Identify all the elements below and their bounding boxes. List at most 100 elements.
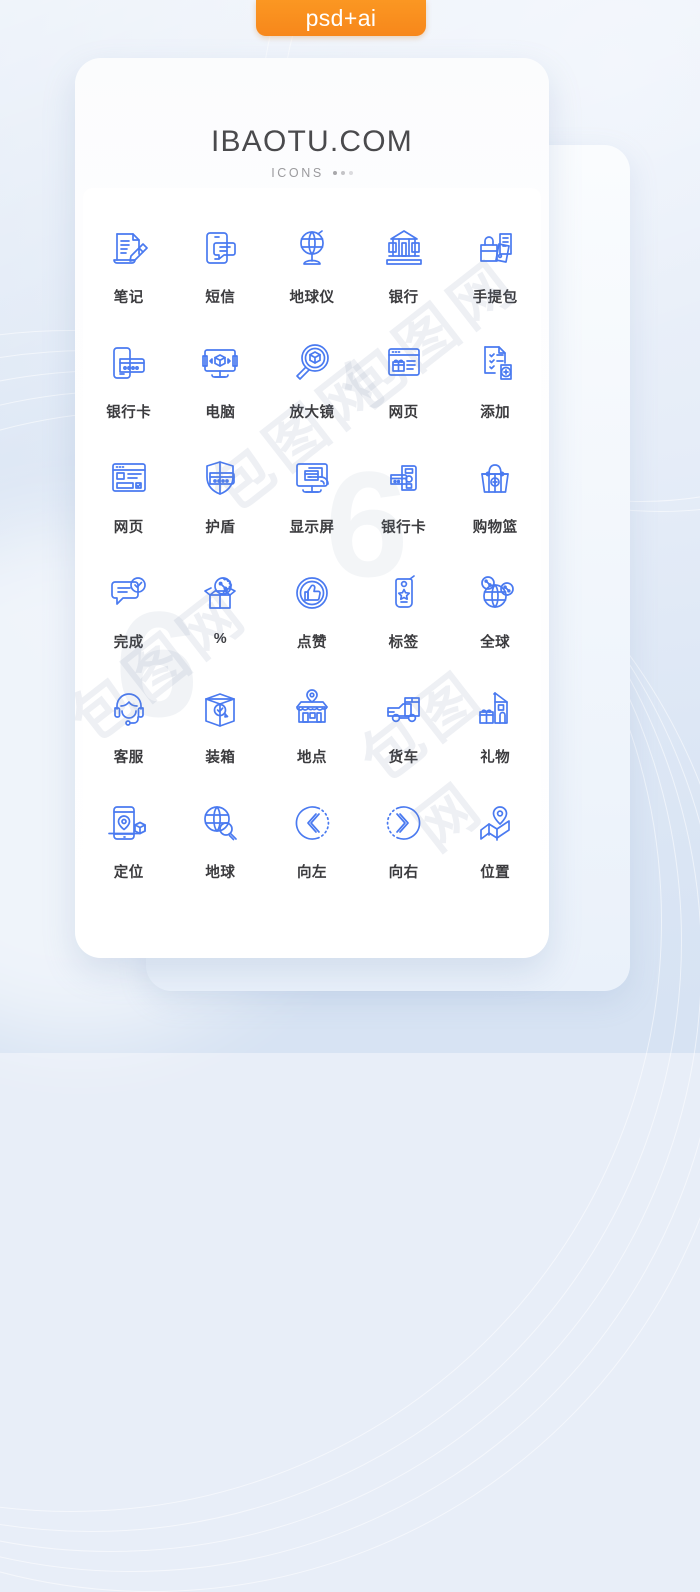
icon-cell[interactable]: 礼物 xyxy=(449,672,541,787)
icon-cell[interactable]: 货车 xyxy=(358,672,450,787)
icon-cell[interactable]: 银行 xyxy=(358,212,450,327)
headset-support-icon xyxy=(103,682,155,734)
icon-cell[interactable]: 购物篮 xyxy=(449,442,541,557)
icon-cell-label: 客服 xyxy=(113,750,144,766)
globe-search-icon xyxy=(194,797,246,849)
icon-cell[interactable]: 电脑 xyxy=(175,327,267,442)
icon-cell-label: 放大镜 xyxy=(289,405,335,421)
delivery-truck-icon xyxy=(378,682,430,734)
icon-cell-label: 电脑 xyxy=(205,405,236,421)
phone-pin-box-icon xyxy=(103,797,155,849)
card-subtitle: ICONS xyxy=(271,166,353,180)
magnifier-box-icon xyxy=(286,337,338,389)
icon-cell[interactable]: 定位 xyxy=(83,787,175,902)
icon-cell[interactable]: 放大镜 xyxy=(266,327,358,442)
icon-cell[interactable]: 向右 xyxy=(358,787,450,902)
chevron-left-circle-icon xyxy=(286,797,338,849)
icon-cell[interactable]: 银行卡 xyxy=(83,327,175,442)
icon-cell[interactable]: 手提包 xyxy=(449,212,541,327)
icon-cell-label: 货车 xyxy=(388,750,419,766)
webpage-check-icon xyxy=(103,452,155,504)
icon-cell[interactable]: 客服 xyxy=(83,672,175,787)
open-box-percent-icon xyxy=(194,567,246,619)
monitor-card-wifi-icon xyxy=(286,452,338,504)
card-subtitle-label: ICONS xyxy=(271,166,324,180)
icon-cell[interactable]: 全球 xyxy=(449,557,541,672)
note-pencil-icon xyxy=(103,222,155,274)
icon-cell-label: 位置 xyxy=(480,865,511,881)
house-gift-icon xyxy=(469,682,521,734)
card-header: IBAOTU.COM ICONS xyxy=(75,58,549,188)
icon-cell[interactable]: 地球仪 xyxy=(266,212,358,327)
icon-cell-label: 标签 xyxy=(388,635,419,651)
icon-cell-label: 手提包 xyxy=(472,290,518,306)
icon-cell-label: 地球 xyxy=(205,865,236,881)
psd-ai-tag: psd+ai xyxy=(256,0,426,36)
icon-cell-label: 网页 xyxy=(113,520,144,536)
icon-cell-label: 地点 xyxy=(296,750,327,766)
thumbs-up-badge-icon xyxy=(286,567,338,619)
package-check-icon xyxy=(194,682,246,734)
icon-cell[interactable]: 网页 xyxy=(358,327,450,442)
icon-cell-label: 护盾 xyxy=(205,520,236,536)
icon-panel: 笔记 短信 地球仪 银行 手提包 银行卡 电脑 放大镜 网页 添加 网页 护盾 显示屏 银行卡 购物篮 完成%… xyxy=(83,188,541,948)
icon-cell-label: 装箱 xyxy=(205,750,236,766)
icon-cell-label: 网页 xyxy=(388,405,419,421)
icon-cell-label: 全球 xyxy=(480,635,511,651)
icon-cell[interactable]: 护盾 xyxy=(175,442,267,557)
checklist-add-icon xyxy=(469,337,521,389)
brand-title: IBAOTU.COM xyxy=(210,125,413,158)
psd-ai-tag-label: psd+ai xyxy=(305,4,377,31)
icon-cell-label: 向左 xyxy=(296,865,327,881)
icon-cell-label: 短信 xyxy=(205,290,236,306)
icon-cell[interactable]: 笔记 xyxy=(83,212,175,327)
icon-cell-label: 完成 xyxy=(113,635,144,651)
icon-cell[interactable]: 网页 xyxy=(83,442,175,557)
handbag-documents-icon xyxy=(469,222,521,274)
icon-cell-label: 定位 xyxy=(113,865,144,881)
chevron-right-circle-icon xyxy=(378,797,430,849)
subtitle-dots-icon xyxy=(332,171,353,175)
icon-cell-label: 地球仪 xyxy=(289,290,335,306)
icon-set-card: IBAOTU.COM ICONS 笔记 短信 地球仪 银行 手提包 银行卡 电脑 放大镜 网页添… xyxy=(75,58,549,958)
icon-cell[interactable]: % xyxy=(175,557,267,672)
icon-cell-label: 银行卡 xyxy=(381,520,427,536)
icon-cell-label: 礼物 xyxy=(480,750,511,766)
icon-cell-label: 显示屏 xyxy=(289,520,335,536)
icon-cell[interactable]: 装箱 xyxy=(175,672,267,787)
map-pin-icon xyxy=(469,797,521,849)
icon-cell[interactable]: 完成 xyxy=(83,557,175,672)
icon-cell-label: 银行 xyxy=(388,290,419,306)
global-percent-icon xyxy=(469,567,521,619)
tag-star-icon xyxy=(378,567,430,619)
icon-cell-label: % xyxy=(213,631,228,647)
webpage-gift-icon xyxy=(378,337,430,389)
shopping-basket-icon xyxy=(469,452,521,504)
monitor-box-icon xyxy=(194,337,246,389)
icon-cell[interactable]: 标签 xyxy=(358,557,450,672)
shield-card-icon xyxy=(194,452,246,504)
bank-building-icon xyxy=(378,222,430,274)
icon-cell[interactable]: 添加 xyxy=(449,327,541,442)
icon-cell[interactable]: 位置 xyxy=(449,787,541,902)
store-pin-icon xyxy=(286,682,338,734)
icon-cell-label: 向右 xyxy=(388,865,419,881)
sms-tablet-icon xyxy=(194,222,246,274)
icon-cell[interactable]: 点赞 xyxy=(266,557,358,672)
card-terminal-icon xyxy=(378,452,430,504)
icon-cell[interactable]: 地球 xyxy=(175,787,267,902)
icon-cell-label: 添加 xyxy=(480,405,511,421)
icon-cell-label: 购物篮 xyxy=(472,520,518,536)
icon-cell-label: 点赞 xyxy=(296,635,327,651)
chat-check-icon xyxy=(103,567,155,619)
globe-stand-icon xyxy=(286,222,338,274)
icon-cell[interactable]: 短信 xyxy=(175,212,267,327)
icon-cell[interactable]: 向左 xyxy=(266,787,358,902)
icon-cell[interactable]: 地点 xyxy=(266,672,358,787)
icon-cell[interactable]: 银行卡 xyxy=(358,442,450,557)
phone-bankcard-icon xyxy=(103,337,155,389)
icon-cell[interactable]: 显示屏 xyxy=(266,442,358,557)
icon-cell-label: 银行卡 xyxy=(106,405,152,421)
icon-cell-label: 笔记 xyxy=(113,290,144,306)
icon-grid: 笔记 短信 地球仪 银行 手提包 银行卡 电脑 放大镜 网页 添加 网页 护盾 显示屏 银行卡 购物篮 完成%… xyxy=(83,212,541,902)
